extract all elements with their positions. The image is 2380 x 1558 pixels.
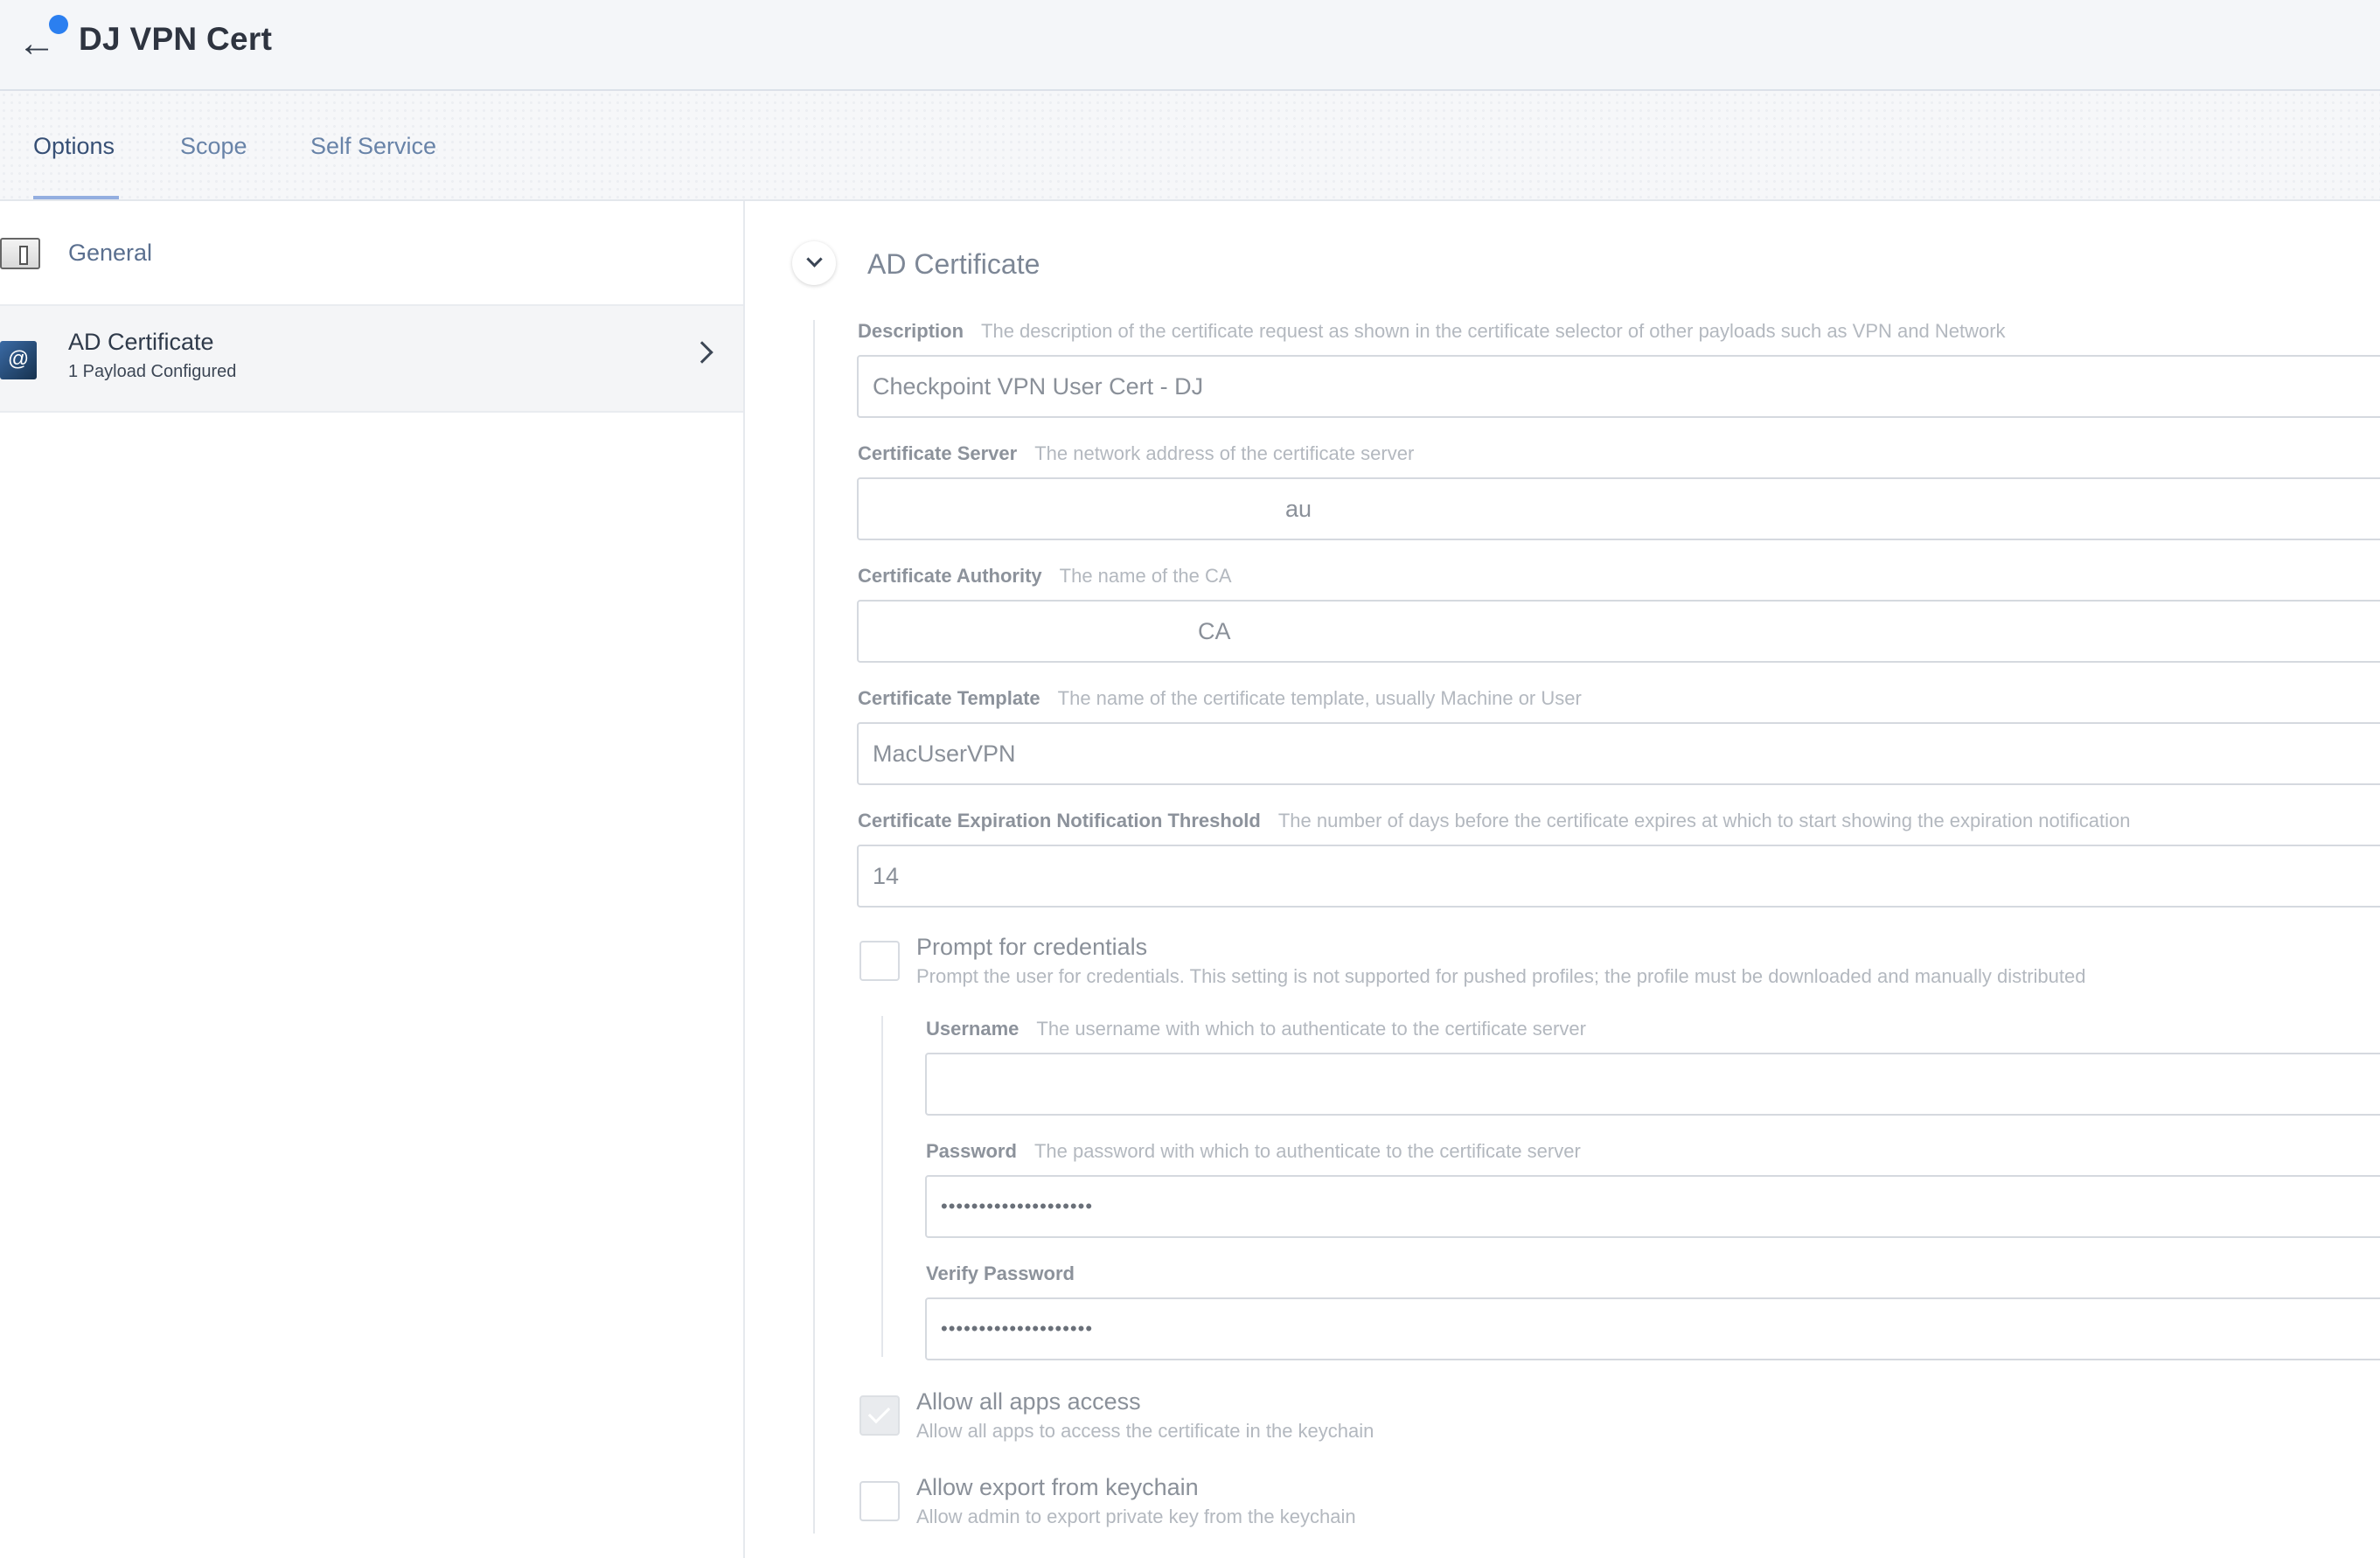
certificate-authority-label: Certificate Authority The name of the CA xyxy=(858,565,1232,588)
prompt-credentials-title: Prompt for credentials xyxy=(916,934,1148,960)
certificate-server-label: Certificate Server The network address of… xyxy=(858,442,1414,465)
expiration-threshold-input[interactable] xyxy=(857,845,2380,908)
active-tab-indicator xyxy=(33,196,119,199)
username-label-text: Username xyxy=(926,1018,1020,1040)
expiration-threshold-label-text: Certificate Expiration Notification Thre… xyxy=(858,810,1261,831)
allow-export-checkbox[interactable] xyxy=(859,1481,900,1521)
certificate-icon-glyph: @ xyxy=(7,347,30,371)
password-label-text: Password xyxy=(926,1140,1017,1162)
allow-export-title: Allow export from keychain xyxy=(916,1474,1199,1500)
switch-icon xyxy=(0,238,40,269)
verify-password-label: Verify Password xyxy=(926,1262,1075,1285)
certificate-template-input[interactable] xyxy=(857,722,2380,785)
prompt-credentials-checkbox[interactable] xyxy=(859,941,900,981)
arrow-left-icon[interactable]: ← xyxy=(17,24,56,63)
certificate-server-help: The network address of the certificate s… xyxy=(1034,442,1415,464)
tab-scope[interactable]: Scope xyxy=(180,133,247,160)
username-label: Username The username with which to authe… xyxy=(926,1018,1586,1040)
expiration-threshold-label: Certificate Expiration Notification Thre… xyxy=(858,810,2130,832)
tab-bar: Options Scope Self Service xyxy=(0,91,2380,201)
section-title: AD Certificate xyxy=(867,248,1040,280)
certificate-authority-label-text: Certificate Authority xyxy=(858,565,1042,587)
sidebar-item-general[interactable]: General xyxy=(0,201,743,306)
certificate-template-label-text: Certificate Template xyxy=(858,687,1040,709)
description-input[interactable] xyxy=(857,355,2380,418)
sidebar-item-label: AD Certificate xyxy=(68,329,214,355)
sidebar-item-label: General xyxy=(68,240,153,266)
prompt-credentials-description: Prompt the user for credentials. This se… xyxy=(916,965,2086,987)
password-label: Password The password with which to authe… xyxy=(926,1140,1581,1163)
description-label-text: Description xyxy=(858,320,964,342)
allow-all-apps-description: Allow all apps to access the certificate… xyxy=(916,1420,1374,1442)
allow-all-apps-title: Allow all apps access xyxy=(916,1388,1141,1415)
description-help: The description of the certificate reque… xyxy=(981,320,2006,342)
certificate-template-label: Certificate Template The name of the cert… xyxy=(858,687,1582,710)
verify-password-input[interactable] xyxy=(925,1297,2380,1360)
username-input[interactable] xyxy=(925,1053,2380,1116)
payload-editor: AD Certificate Description The descriptio… xyxy=(745,201,2380,1558)
chevron-right-icon xyxy=(691,341,713,364)
certificate-authority-help: The name of the CA xyxy=(1059,565,1232,587)
verify-password-label-text: Verify Password xyxy=(926,1262,1075,1284)
certificate-server-input[interactable] xyxy=(857,477,2380,540)
password-help: The password with which to authenticate … xyxy=(1033,1140,1581,1162)
payload-sidebar: General @ AD Certificate 1 Payload Confi… xyxy=(0,201,745,1558)
section-rail xyxy=(813,320,815,1534)
certificate-server-label-text: Certificate Server xyxy=(858,442,1018,464)
chevron-down-icon[interactable] xyxy=(792,241,836,285)
expiration-threshold-help: The number of days before the certificat… xyxy=(1277,810,2131,831)
username-help: The username with which to authenticate … xyxy=(1036,1018,1586,1040)
certificate-icon: @ xyxy=(0,341,37,379)
notification-dot xyxy=(49,15,68,34)
sidebar-item-ad-certificate[interactable]: @ AD Certificate 1 Payload Configured xyxy=(0,306,743,413)
allow-all-apps-checkbox[interactable] xyxy=(859,1395,900,1436)
credentials-rail xyxy=(881,1016,883,1357)
page-title: DJ VPN Cert xyxy=(79,21,273,57)
payload-count: 1 Payload Configured xyxy=(68,362,237,381)
certificate-template-help: The name of the certificate template, us… xyxy=(1057,687,1582,709)
password-input[interactable] xyxy=(925,1175,2380,1238)
tab-options[interactable]: Options xyxy=(33,133,115,160)
allow-export-description: Allow admin to export private key from t… xyxy=(916,1506,1356,1527)
page-header: ← DJ VPN Cert xyxy=(0,0,2380,91)
tab-self-service[interactable]: Self Service xyxy=(310,133,436,160)
certificate-authority-input[interactable] xyxy=(857,600,2380,663)
description-label: Description The description of the certif… xyxy=(858,320,2006,343)
